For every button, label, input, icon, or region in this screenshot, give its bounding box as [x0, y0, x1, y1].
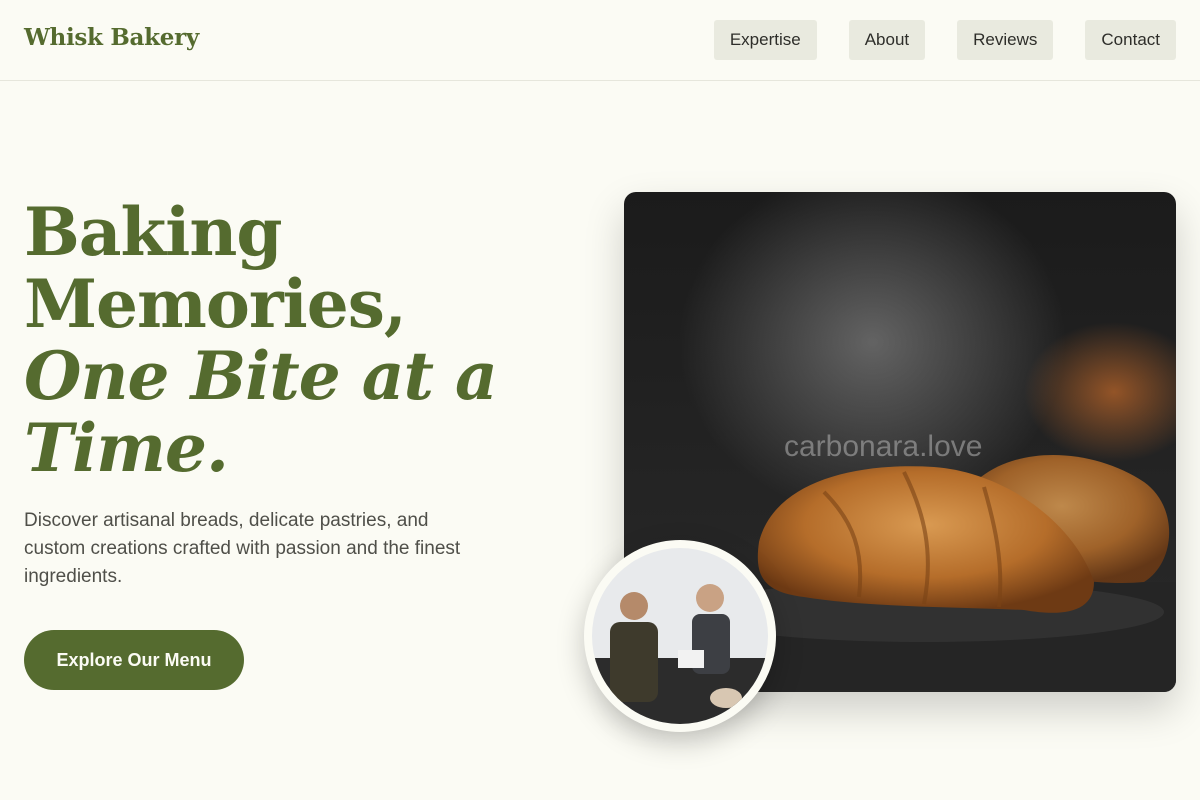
hero-description: Discover artisanal breads, delicate past…	[24, 510, 461, 587]
main-nav: Expertise About Reviews Contact	[713, 20, 1176, 60]
hero-title-line-3: One Bite at a	[24, 337, 498, 415]
nav-about-button[interactable]: About	[848, 20, 926, 60]
hero-title-line-1: Baking	[24, 193, 282, 271]
site-logo[interactable]: Whisk Bakery	[24, 24, 199, 51]
hero-title-line-4: Time.	[24, 409, 229, 487]
nav-expertise-button[interactable]: Expertise	[713, 20, 817, 60]
site-header: Whisk Bakery Expertise About Reviews Con…	[0, 0, 1200, 81]
hero-title-line-2: Memories,	[24, 265, 407, 343]
nav-reviews-button[interactable]: Reviews	[957, 20, 1054, 60]
hero-title: Baking Memories, One Bite at a Time.	[24, 193, 498, 487]
explore-menu-button[interactable]: Explore Our Menu	[24, 630, 244, 690]
image-watermark: carbonara.love	[784, 430, 983, 463]
nav-contact-button[interactable]: Contact	[1085, 20, 1176, 60]
bakers-photo	[584, 540, 776, 732]
